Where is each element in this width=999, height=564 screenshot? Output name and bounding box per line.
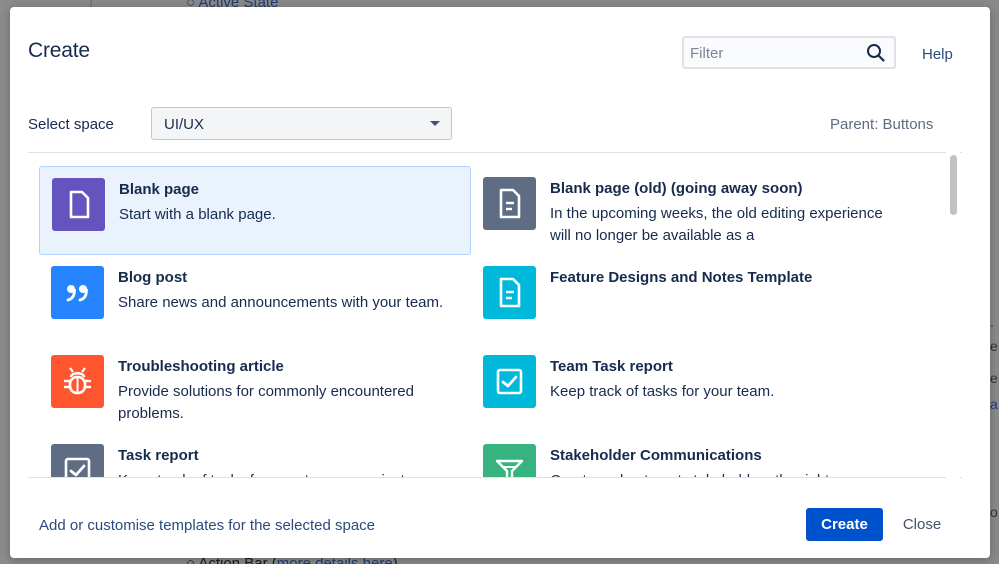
select-space-label: Select space <box>28 116 114 133</box>
template-title: Task report <box>118 447 199 464</box>
blank-page-icon <box>52 178 105 231</box>
create-dialog: Create Help Select space UI/UX Parent: B… <box>10 7 990 558</box>
document-lines-icon <box>483 266 536 319</box>
template-description: Create a plan to get stakeholders the ri… <box>550 470 890 477</box>
template-description: Keep track of tasks for your team or pro… <box>118 470 458 477</box>
checkbox-icon <box>483 355 536 408</box>
template-description: Keep track of tasks for your team. <box>550 383 775 400</box>
template-item-blank-page-old[interactable]: Blank page (old) (going away soon) In th… <box>471 166 903 255</box>
template-list-scrollbar[interactable] <box>946 152 960 478</box>
search-icon[interactable] <box>866 43 886 63</box>
template-description: In the upcoming weeks, the old editing e… <box>550 205 883 244</box>
backdrop-right-text: e <box>990 338 998 354</box>
template-description: Provide solutions for commonly encounter… <box>118 383 414 422</box>
bug-icon <box>51 355 104 408</box>
close-button[interactable]: Close <box>892 508 952 541</box>
template-icon-tile <box>483 266 536 319</box>
backdrop-right-text: a <box>990 396 998 412</box>
chevron-down-icon <box>430 121 440 126</box>
template-item-blog-post[interactable]: Blog post Share news and announcements w… <box>39 255 471 344</box>
template-icon-tile <box>52 178 105 231</box>
template-item-blank-page[interactable]: Blank page Start with a blank page. <box>39 166 471 255</box>
template-icon-tile <box>51 444 104 477</box>
template-title: Feature Designs and Notes Template <box>550 269 813 286</box>
template-item-team-task-report[interactable]: Team Task report Keep track of tasks for… <box>471 344 903 433</box>
template-icon-tile <box>51 266 104 319</box>
template-description: Start with a blank page. <box>119 206 276 223</box>
space-select[interactable]: UI/UX <box>151 107 452 140</box>
template-icon-tile <box>483 177 536 230</box>
template-title: Blog post <box>118 269 188 286</box>
document-lines-icon <box>483 177 536 230</box>
template-icon-tile <box>51 355 104 408</box>
space-select-value: UI/UX <box>164 116 205 133</box>
template-icon-tile <box>483 355 536 408</box>
template-item-stakeholder-communications[interactable]: Stakeholder Communications Create a plan… <box>471 433 903 477</box>
template-description: Share news and announcements with your t… <box>118 294 444 311</box>
backdrop-right-text: . <box>990 314 994 330</box>
checkbox-icon <box>51 444 104 477</box>
backdrop-right-text: e <box>990 370 998 386</box>
template-item-task-report[interactable]: Task report Keep track of tasks for your… <box>39 433 471 477</box>
dialog-title: Create <box>28 39 90 62</box>
parent-label: Parent: Buttons <box>830 116 934 133</box>
template-title: Blank page <box>119 181 200 198</box>
backdrop-right-text: o. <box>990 504 999 520</box>
template-item-feature-designs[interactable]: Feature Designs and Notes Template <box>471 255 903 344</box>
megaphone-icon <box>483 444 536 477</box>
template-title: Team Task report <box>550 358 673 375</box>
quote-icon <box>51 266 104 319</box>
customise-templates-link[interactable]: Add or customise templates for the selec… <box>39 517 375 534</box>
scrollbar-thumb[interactable] <box>950 155 957 215</box>
template-item-troubleshooting[interactable]: Troubleshooting article Provide solution… <box>39 344 471 433</box>
template-list[interactable]: Blank page Start with a blank page. Blan… <box>28 152 962 478</box>
template-title: Blank page (old) (going away soon) <box>550 180 803 197</box>
backdrop-left-strip <box>0 0 10 564</box>
filter-input[interactable] <box>690 42 860 64</box>
template-title: Stakeholder Communications <box>550 447 762 464</box>
filter-field[interactable] <box>682 36 896 69</box>
help-link[interactable]: Help <box>922 46 953 63</box>
create-button[interactable]: Create <box>806 508 883 541</box>
template-icon-tile <box>483 444 536 477</box>
template-title: Troubleshooting article <box>118 358 284 375</box>
icon-background <box>52 178 105 231</box>
